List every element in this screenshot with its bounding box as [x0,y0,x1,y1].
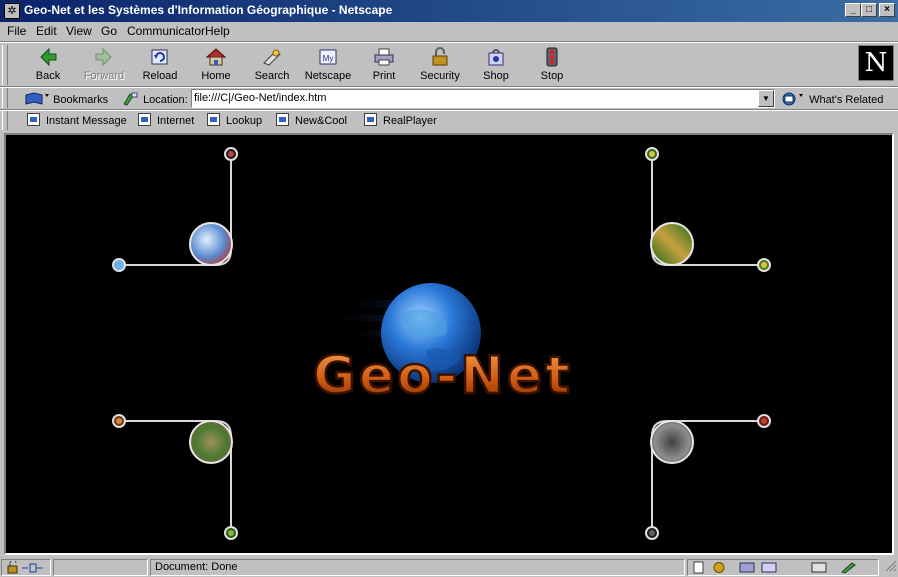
home-button[interactable]: Home [188,45,244,85]
bookmarks-icon [25,92,49,105]
bookmark-page-icon [138,113,151,126]
printer-icon [374,48,394,66]
stop-icon [546,47,558,67]
security-lock-icon [7,559,43,574]
home-label: Home [201,70,231,82]
padlock-icon [432,47,448,66]
resize-grip[interactable] [881,559,897,576]
window-titlebar: ✲ Geo-Net et les Systèmes d'Information … [0,0,898,22]
geo-net-splash: Geo-Net [112,147,771,540]
print-label: Print [372,70,396,82]
city-aerial-thumbnail[interactable] [189,420,233,464]
lookup-label: Lookup [226,115,263,127]
menu-view[interactable]: View [66,24,92,38]
shop-button[interactable]: Shop [468,45,524,85]
security-status[interactable] [1,559,51,576]
internet-label: Internet [157,115,195,127]
bookmark-page-icon [364,113,377,126]
url-history-dropdown[interactable]: ▼ [758,90,774,107]
map-thumbnail[interactable] [189,222,233,266]
instant-message-label: Instant Message [46,115,127,127]
back-label: Back [35,70,61,82]
menu-bar: File Edit View Go Communicator Help [0,22,898,41]
bookmark-page-icon [27,113,40,126]
geo-net-logo[interactable]: Geo-Net [312,345,573,408]
svg-text:My: My [323,54,334,63]
menu-communicator[interactable]: Communicator [127,24,205,38]
location-toolbar: Bookmarks Location: file:///C|/Geo-Net/i… [0,87,898,110]
forward-arrow-icon [95,47,112,67]
close-button[interactable]: × [879,3,895,17]
stop-button[interactable]: Stop [524,45,580,85]
forward-button[interactable]: Forward [76,45,132,85]
navigation-toolbar: Back Forward Reload Home Search My Netsc… [0,43,898,87]
nav-node-top-left[interactable] [112,147,238,272]
menu-go[interactable]: Go [101,24,117,38]
url-text: file:///C|/Geo-Net/index.htm [194,92,327,104]
bookmarks-label: Bookmarks [53,94,109,106]
page-content: Geo-Net [4,133,894,555]
forward-label: Forward [83,70,125,82]
security-label: Security [420,70,460,82]
maximize-button[interactable]: □ [861,3,877,17]
shop-label: Shop [483,70,509,82]
whats-related-label: What's Related [809,94,884,106]
minimize-button[interactable]: _ [845,3,861,17]
search-icon [263,49,281,66]
toolbar-grip[interactable] [2,45,8,85]
back-button[interactable]: Back [20,45,76,85]
reload-icon [151,49,168,65]
status-text: Document: Done [155,561,238,573]
terrain-thumbnail[interactable] [650,222,694,266]
back-arrow-icon [40,47,57,67]
status-bar: Document: Done [0,558,898,577]
new-cool-folder[interactable]: New&Cool [276,113,347,127]
page-proxy-icon[interactable] [122,91,140,106]
progress-panel [53,559,148,576]
lookup-folder[interactable]: Lookup [207,113,262,127]
reload-button[interactable]: Reload [132,45,188,85]
personal-grip[interactable] [2,111,8,130]
stop-label: Stop [540,70,564,82]
folder-icon [207,113,220,126]
security-button[interactable]: Security [412,45,468,85]
device-thumbnail[interactable] [650,420,694,464]
internet-link[interactable]: Internet [138,113,194,127]
resize-grip-icon [885,560,897,572]
folder-icon [276,113,289,126]
whats-related-icon [782,92,803,106]
bookmarks-button[interactable]: Bookmarks [24,91,108,106]
instant-message-link[interactable]: Instant Message [27,113,127,127]
realplayer-label: RealPlayer [383,115,437,127]
nav-node-bottom-right[interactable] [645,414,771,540]
home-icon [205,48,227,66]
personal-toolbar: Instant Message Internet Lookup New&Cool… [0,110,898,132]
realplayer-link[interactable]: RealPlayer [364,113,437,127]
location-grip[interactable] [2,88,8,108]
nav-node-bottom-left[interactable] [112,414,238,540]
menu-help[interactable]: Help [205,24,230,38]
search-label: Search [254,70,290,82]
reload-label: Reload [142,70,178,82]
netscape-label: Netscape [304,70,352,82]
url-input[interactable]: file:///C|/Geo-Net/index.htm ▼ [191,89,775,108]
window-title: Geo-Net et les Systèmes d'Information Gé… [24,3,393,17]
netscape-button[interactable]: My Netscape [300,45,356,85]
netscape-throbber-logo[interactable]: N [858,45,894,81]
component-bar [687,559,879,576]
search-button[interactable]: Search [244,45,300,85]
shopping-bag-icon [488,49,504,66]
nav-node-top-right[interactable] [645,147,771,272]
location-label-group: Location: [122,91,188,106]
print-button[interactable]: Print [356,45,412,85]
menu-edit[interactable]: Edit [36,24,57,38]
status-text-panel: Document: Done [150,559,685,576]
menu-file[interactable]: File [7,24,26,38]
netscape-my-icon: My [319,49,337,65]
location-label: Location: [143,94,188,106]
netscape-window-icon[interactable]: ✲ [4,3,20,19]
component-bar-icons [693,561,856,574]
new-cool-label: New&Cool [295,115,347,127]
whats-related-button[interactable]: What's Related [780,91,883,106]
